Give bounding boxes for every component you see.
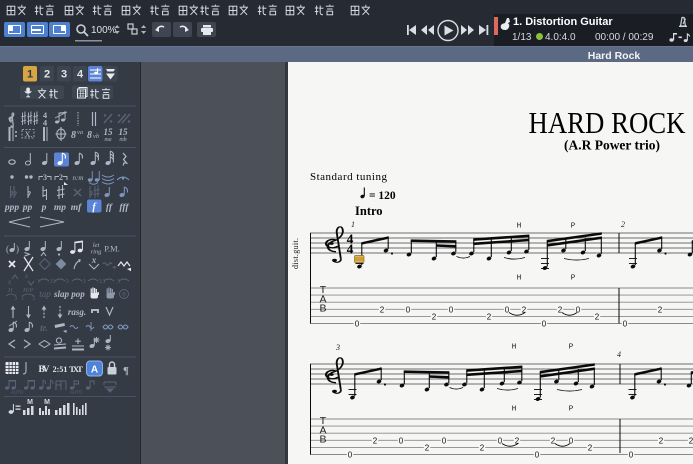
svg-text:2: 2 xyxy=(425,443,430,452)
svg-text:H/P: H/P xyxy=(22,287,34,294)
svg-text:2: 2 xyxy=(44,69,50,81)
svg-text:3: 3 xyxy=(335,343,340,352)
svg-text:B: B xyxy=(319,303,326,315)
svg-text:8: 8 xyxy=(71,130,76,141)
svg-text:p: p xyxy=(41,203,47,213)
svg-text:ff: ff xyxy=(106,203,113,213)
svg-text:3: 3 xyxy=(14,295,17,302)
svg-text:Standard tuning: Standard tuning xyxy=(310,171,387,183)
svg-text:0: 0 xyxy=(623,320,628,329)
svg-text:AUTO: AUTO xyxy=(11,390,24,395)
svg-text:1: 1 xyxy=(27,69,33,81)
svg-text:P: P xyxy=(571,275,576,283)
svg-text:ppp: ppp xyxy=(4,203,20,213)
svg-text:2: 2 xyxy=(588,443,593,452)
svg-text:0: 0 xyxy=(406,305,411,314)
svg-text:100%: 100% xyxy=(91,25,117,36)
svg-text:HARD ROCK: HARD ROCK xyxy=(529,106,686,140)
svg-text:2: 2 xyxy=(621,220,625,229)
svg-text:3: 3 xyxy=(32,295,35,302)
svg-text:M: M xyxy=(44,399,50,406)
svg-text:2: 2 xyxy=(689,436,693,445)
svg-text:0: 0 xyxy=(449,305,454,314)
svg-text:P: P xyxy=(571,223,576,231)
svg-text:Intro: Intro xyxy=(355,204,383,218)
svg-text:tr.: tr. xyxy=(40,323,48,333)
svg-text:15: 15 xyxy=(119,127,129,137)
svg-text:BV: BV xyxy=(39,365,50,375)
svg-text:2: 2 xyxy=(373,436,378,445)
svg-text:= 120: = 120 xyxy=(369,190,396,202)
svg-text:0: 0 xyxy=(348,451,353,460)
svg-text:H: H xyxy=(517,275,522,283)
svg-text:0: 0 xyxy=(355,320,360,329)
svg-text:2: 2 xyxy=(59,173,63,182)
svg-text:1: 1 xyxy=(351,220,355,229)
svg-text:4: 4 xyxy=(77,69,84,81)
svg-text:0: 0 xyxy=(399,436,404,445)
svg-text:(A.R Power trio): (A.R Power trio) xyxy=(564,138,660,153)
svg-text:va: va xyxy=(77,129,83,136)
svg-text:): ) xyxy=(16,244,19,254)
svg-text:2: 2 xyxy=(595,312,600,321)
svg-text:P.M.: P.M. xyxy=(104,244,120,254)
svg-text:AUTO: AUTO xyxy=(70,390,83,395)
svg-text:H: H xyxy=(517,223,522,231)
svg-text:0: 0 xyxy=(542,320,547,329)
svg-text:TXT: TXT xyxy=(69,364,83,374)
svg-text:1: 1 xyxy=(37,278,40,285)
svg-text:A: A xyxy=(91,365,98,376)
svg-text:4: 4 xyxy=(43,118,48,128)
svg-text:slap: slap xyxy=(53,289,70,299)
svg-text:x: x xyxy=(91,255,97,265)
svg-text:4: 4 xyxy=(617,350,621,359)
svg-text:2: 2 xyxy=(480,443,485,452)
svg-text:mp: mp xyxy=(54,203,66,213)
svg-text:6: 6 xyxy=(122,292,126,299)
svg-text:tap: tap xyxy=(39,289,51,299)
svg-text:1: 1 xyxy=(21,295,24,302)
svg-text:dist.guit.: dist.guit. xyxy=(291,238,300,269)
svg-text:¶: ¶ xyxy=(123,365,129,377)
svg-text:3: 3 xyxy=(43,173,47,182)
svg-text:2: 2 xyxy=(380,305,385,314)
svg-text:0: 0 xyxy=(629,451,634,460)
svg-text:2: 2 xyxy=(432,312,437,321)
svg-text:mf: mf xyxy=(71,203,82,213)
svg-text:2: 2 xyxy=(487,312,492,321)
svg-text:2:51: 2:51 xyxy=(53,365,68,374)
svg-text:M: M xyxy=(27,399,33,406)
svg-text:x: x xyxy=(24,272,29,280)
svg-text:rasg.: rasg. xyxy=(68,307,86,317)
svg-text:pop: pop xyxy=(70,289,85,299)
svg-text:3: 3 xyxy=(117,278,120,285)
svg-text:H: H xyxy=(512,406,517,414)
svg-text:n:m: n:m xyxy=(73,174,84,182)
svg-text:0: 0 xyxy=(442,436,447,445)
svg-text:1: 1 xyxy=(53,278,56,285)
svg-text:4: 4 xyxy=(347,242,354,257)
svg-text:0: 0 xyxy=(535,451,540,460)
svg-text:(: ( xyxy=(6,244,9,254)
svg-text:P: P xyxy=(569,344,574,352)
svg-text:H: H xyxy=(7,287,13,294)
svg-text:X.: X. xyxy=(25,130,33,139)
svg-text:3: 3 xyxy=(61,69,67,81)
svg-text:3: 3 xyxy=(83,278,86,285)
svg-text:3: 3 xyxy=(66,278,69,285)
svg-text:15: 15 xyxy=(104,127,114,137)
svg-text:2: 2 xyxy=(658,305,663,314)
svg-text:B: B xyxy=(319,434,326,446)
svg-text:8: 8 xyxy=(87,130,92,141)
svg-text:H: H xyxy=(512,344,517,352)
svg-text:pp: pp xyxy=(22,203,33,213)
svg-text:mb: mb xyxy=(119,137,126,143)
svg-text:ma: ma xyxy=(104,137,111,143)
svg-text:x: x xyxy=(7,278,12,286)
svg-text:vb: vb xyxy=(93,133,100,140)
svg-text:P: P xyxy=(569,406,574,414)
svg-text:3: 3 xyxy=(102,278,105,285)
svg-text:fff: fff xyxy=(119,203,129,213)
svg-text:2: 2 xyxy=(659,436,664,445)
